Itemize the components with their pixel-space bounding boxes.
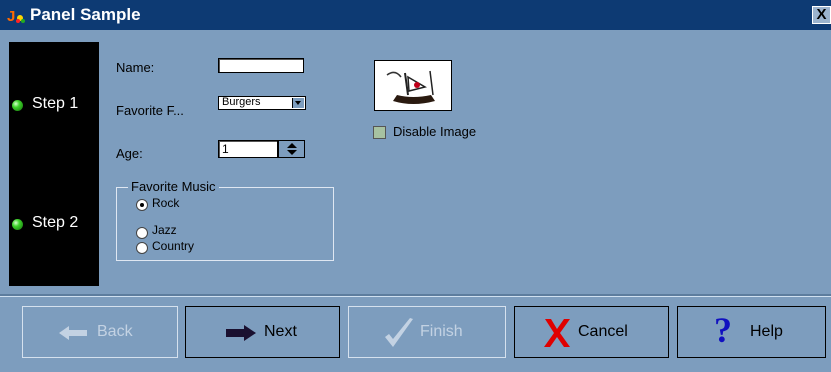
- radio-country[interactable]: [136, 242, 148, 254]
- cancel-button[interactable]: Cancel: [514, 306, 669, 358]
- separator: [0, 294, 831, 297]
- radio-country-label[interactable]: Country: [152, 239, 194, 253]
- java-icon: J: [6, 6, 26, 24]
- next-label: Next: [264, 323, 297, 340]
- next-button[interactable]: Next: [185, 306, 340, 358]
- name-label: Name:: [116, 60, 155, 75]
- image-button[interactable]: [374, 60, 452, 111]
- checkmark-icon: [385, 318, 413, 347]
- radio-rock[interactable]: [136, 199, 148, 211]
- step-label: Step 1: [32, 95, 79, 112]
- arrow-left-icon: [59, 326, 87, 340]
- radio-jazz[interactable]: [136, 227, 148, 239]
- step-label: Step 2: [32, 214, 79, 231]
- age-label: Age:: [116, 146, 143, 161]
- step-led-icon: [12, 100, 23, 111]
- title-bar: J Panel Sample X: [0, 0, 831, 30]
- window-title: Panel Sample: [30, 5, 141, 24]
- svg-text:J: J: [7, 8, 15, 24]
- arrow-right-icon: [226, 325, 256, 341]
- finish-label: Finish: [420, 323, 463, 340]
- close-button[interactable]: X: [812, 6, 831, 24]
- back-button[interactable]: Back: [22, 306, 178, 358]
- favorite-music-legend: Favorite Music: [128, 179, 219, 194]
- favorite-food-select[interactable]: Burgers: [218, 96, 306, 110]
- age-input[interactable]: 1: [218, 140, 278, 158]
- boat-sketch-icon: [386, 70, 435, 104]
- help-label: Help: [750, 323, 783, 340]
- finish-button[interactable]: Finish: [348, 306, 506, 358]
- radio-jazz-label[interactable]: Jazz: [152, 223, 177, 237]
- step-led-icon: [12, 219, 23, 230]
- help-question-icon: ?: [714, 310, 732, 350]
- back-label: Back: [97, 323, 133, 340]
- age-spinner[interactable]: [278, 140, 305, 158]
- help-button[interactable]: ? Help: [677, 306, 826, 358]
- steps-panel: Step 1 Step 2: [9, 42, 99, 286]
- cancel-x-icon: [544, 319, 570, 347]
- favorite-music-group: [116, 187, 334, 261]
- disable-image-checkbox[interactable]: [373, 126, 386, 139]
- spin-up-icon[interactable]: [287, 143, 297, 148]
- cancel-label: Cancel: [578, 323, 628, 340]
- name-input[interactable]: [218, 58, 304, 73]
- spin-down-icon[interactable]: [287, 150, 297, 155]
- favorite-food-label: Favorite F...: [116, 103, 184, 118]
- dropdown-arrow-icon[interactable]: [292, 98, 304, 108]
- radio-rock-label[interactable]: Rock: [152, 196, 179, 210]
- favorite-food-value: Burgers: [222, 96, 261, 108]
- disable-image-label[interactable]: Disable Image: [393, 124, 476, 139]
